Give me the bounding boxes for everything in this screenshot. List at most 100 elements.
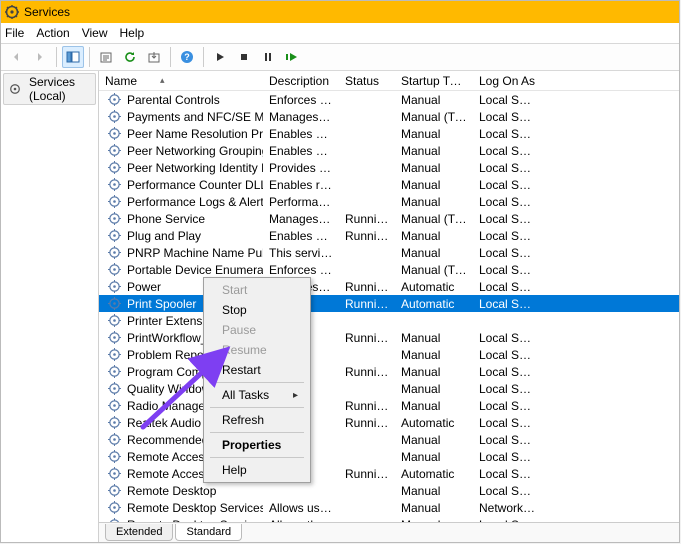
service-status: Running [339, 399, 395, 413]
service-gear-icon [107, 314, 121, 328]
service-logon: Local Service [473, 178, 543, 192]
table-row[interactable]: Parental ControlsEnforces pa...ManualLoc… [99, 91, 679, 108]
service-gear-icon [107, 348, 121, 362]
export-icon[interactable] [143, 46, 165, 68]
service-startup: Manual [395, 433, 473, 447]
sort-ascending-icon: ▴ [160, 75, 165, 86]
service-logon: Local Syste... [473, 433, 543, 447]
service-status: Running [339, 297, 395, 311]
service-logon: Local Service [473, 110, 543, 124]
service-logon: Local Syste... [473, 365, 543, 379]
ctx-resume[interactable]: Resume [206, 340, 308, 360]
table-row[interactable]: Plug and PlayEnables a c...RunningManual… [99, 227, 679, 244]
ctx-refresh[interactable]: Refresh [206, 410, 308, 430]
tab-standard[interactable]: Standard [175, 524, 242, 541]
table-row[interactable]: PrintWorkflow_1RunningManualLocal Syste.… [99, 329, 679, 346]
export-list-icon[interactable] [95, 46, 117, 68]
nav-forward-icon[interactable] [29, 46, 51, 68]
svg-text:?: ? [184, 52, 190, 62]
column-header-description[interactable]: Description [263, 74, 339, 88]
ctx-help[interactable]: Help [206, 460, 308, 480]
table-row[interactable]: Payments and NFC/SE M...Manages pa...Man… [99, 108, 679, 125]
table-row[interactable]: Print SpoolerRunningAutomaticLocal Syste… [99, 295, 679, 312]
service-startup: Manual [395, 144, 473, 158]
table-row[interactable]: Performance Logs & AlertsPerformanc...Ma… [99, 193, 679, 210]
start-service-icon[interactable] [209, 46, 231, 68]
service-gear-icon [107, 93, 121, 107]
stop-service-icon[interactable] [233, 46, 255, 68]
table-row[interactable]: Radio ManagemRunningManualLocal Service [99, 397, 679, 414]
service-startup: Manual [395, 246, 473, 260]
table-row[interactable]: Quality WindowManualLocal Service [99, 380, 679, 397]
column-header-startup[interactable]: Startup Type [395, 74, 473, 88]
service-logon: Local Service [473, 161, 543, 175]
service-name: Realtek Audio S [127, 416, 212, 430]
pause-service-icon[interactable] [257, 46, 279, 68]
refresh-icon[interactable] [119, 46, 141, 68]
table-row[interactable]: Remote Access AManualLocal Syste... [99, 448, 679, 465]
menu-action[interactable]: Action [36, 26, 69, 40]
tree-item-services-local[interactable]: Services (Local) [3, 73, 96, 105]
table-row[interactable]: Printer Extension [99, 312, 679, 329]
services-window: Services File Action View Help ? [0, 0, 680, 543]
table-row[interactable]: PowerManages p...RunningAutomaticLocal S… [99, 278, 679, 295]
ctx-stop[interactable]: Stop [206, 300, 308, 320]
service-name: Peer Name Resolution Prot... [127, 127, 263, 141]
column-header-status[interactable]: Status [339, 74, 395, 88]
service-name: Quality Window [127, 382, 210, 396]
menubar: File Action View Help [1, 23, 679, 43]
ctx-restart[interactable]: Restart [206, 360, 308, 380]
service-gear-icon [107, 297, 121, 311]
menu-help[interactable]: Help [120, 26, 145, 40]
table-row[interactable]: Portable Device Enumerator...Enforces gr… [99, 261, 679, 278]
service-startup: Manual [395, 450, 473, 464]
service-startup: Manual [395, 127, 473, 141]
menu-file[interactable]: File [5, 26, 24, 40]
table-row[interactable]: Remote Desktop ServicesAllows user...Man… [99, 499, 679, 516]
service-startup: Automatic [395, 467, 473, 481]
table-row[interactable]: Performance Counter DLL ...Enables rem..… [99, 176, 679, 193]
service-startup: Manual [395, 484, 473, 498]
content-area: Services (Local) Name▴ Description Statu… [1, 71, 679, 542]
ctx-pause[interactable]: Pause [206, 320, 308, 340]
column-header-name[interactable]: Name▴ [99, 74, 263, 88]
service-startup: Manual [395, 365, 473, 379]
service-description: Provides ide... [263, 161, 339, 175]
service-logon: Local Syste... [473, 467, 543, 481]
service-description: Enables rem... [263, 178, 339, 192]
service-startup: Automatic [395, 280, 473, 294]
table-row[interactable]: Realtek Audio SRunningAutomaticLocal Sys… [99, 414, 679, 431]
service-logon: Local Service [473, 144, 543, 158]
table-row[interactable]: Remote DesktopManualLocal Syste... [99, 482, 679, 499]
table-row[interactable]: Recommended TManualLocal Syste... [99, 431, 679, 448]
service-name: Print Spooler [127, 297, 196, 311]
window-title: Services [24, 5, 70, 19]
menu-view[interactable]: View [82, 26, 108, 40]
table-row[interactable]: Problem ReportsManualLocal Syste... [99, 346, 679, 363]
service-logon: Local Service [473, 127, 543, 141]
ctx-all-tasks[interactable]: All Tasks▸ [206, 385, 308, 405]
tree-item-label: Services (Local) [29, 75, 93, 103]
service-startup: Manual [395, 382, 473, 396]
table-row[interactable]: Peer Networking Identity M...Provides id… [99, 159, 679, 176]
toolbar-separator [203, 47, 204, 67]
service-list[interactable]: Parental ControlsEnforces pa...ManualLoc… [99, 91, 679, 522]
help-icon[interactable]: ? [176, 46, 198, 68]
table-row[interactable]: Phone ServiceManages th...RunningManual … [99, 210, 679, 227]
column-header-logon[interactable]: Log On As [473, 74, 543, 88]
ctx-start[interactable]: Start [206, 280, 308, 300]
show-hide-tree-icon[interactable] [62, 46, 84, 68]
restart-service-icon[interactable] [281, 46, 303, 68]
nav-back-icon[interactable] [5, 46, 27, 68]
table-row[interactable]: Program CompaRunningManualLocal Syste... [99, 363, 679, 380]
table-row[interactable]: Peer Name Resolution Prot...Enables serv… [99, 125, 679, 142]
table-row[interactable]: Remote Access CRunningAutomaticLocal Sys… [99, 465, 679, 482]
service-gear-icon [107, 501, 121, 515]
table-row[interactable]: Peer Networking GroupingEnables mul...Ma… [99, 142, 679, 159]
console-tree: Services (Local) [1, 71, 99, 542]
service-startup: Manual [395, 178, 473, 192]
service-gear-icon [107, 416, 121, 430]
tab-extended[interactable]: Extended [105, 524, 173, 541]
ctx-properties[interactable]: Properties [206, 435, 308, 455]
table-row[interactable]: PNRP Machine Name Publi...This service .… [99, 244, 679, 261]
